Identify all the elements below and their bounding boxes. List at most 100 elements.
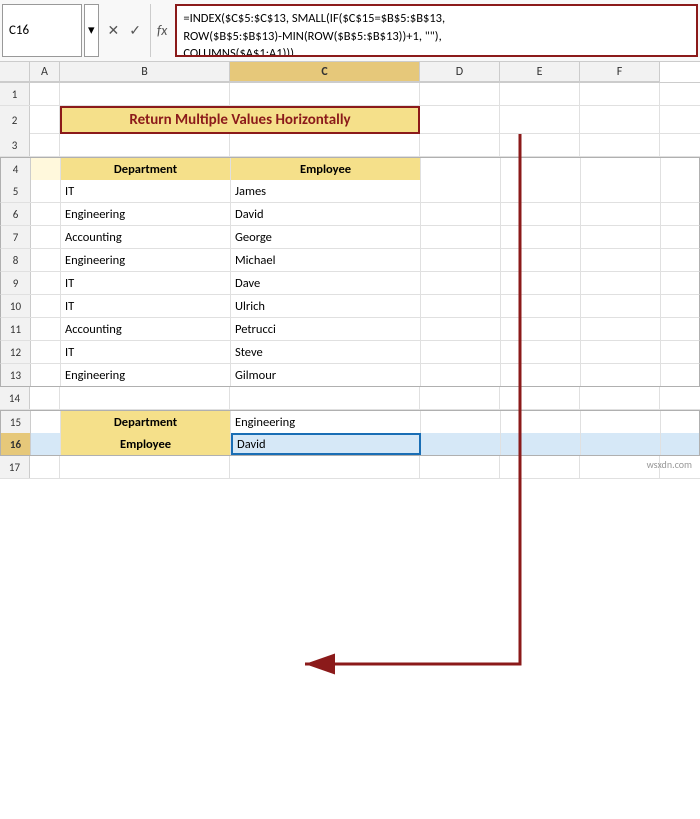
cell-d3[interactable] [420,134,500,156]
cell-f8[interactable] [581,249,661,271]
cell-e2[interactable] [500,106,580,134]
cell-e11[interactable] [501,318,581,340]
cell-b12[interactable]: IT [61,341,231,363]
cell-a2[interactable] [30,106,60,134]
cell-c13[interactable]: Gilmour [231,364,421,386]
cell-f13[interactable] [581,364,661,386]
cell-f12[interactable] [581,341,661,363]
cell-a14[interactable] [30,387,60,409]
cell-ref-dropdown-btn[interactable]: ▾ [84,4,99,57]
cell-e7[interactable] [501,226,581,248]
cell-a15[interactable] [31,411,61,433]
cell-f15[interactable] [581,411,661,433]
cell-a12[interactable] [31,341,61,363]
cell-f3[interactable] [580,134,660,156]
cell-e3[interactable] [500,134,580,156]
cell-e13[interactable] [501,364,581,386]
cell-c15-dept-value[interactable]: Engineering [231,411,421,433]
cell-e17[interactable] [500,456,580,478]
cell-c12[interactable]: Steve [231,341,421,363]
col-header-b[interactable]: B [60,62,230,82]
cell-a3[interactable] [30,134,60,156]
cell-c16-selected[interactable]: David [231,433,421,455]
cell-c7[interactable]: George [231,226,421,248]
col-header-e[interactable]: E [500,62,580,82]
cell-b3[interactable] [60,134,230,156]
cell-c6[interactable]: David [231,203,421,225]
cell-d15[interactable] [421,411,501,433]
cell-d4[interactable] [421,158,501,180]
cell-e15[interactable] [501,411,581,433]
cell-b14[interactable] [60,387,230,409]
cell-d7[interactable] [421,226,501,248]
cell-f9[interactable] [581,272,661,294]
cell-f1[interactable] [580,83,660,105]
cell-a11[interactable] [31,318,61,340]
cell-e16[interactable] [501,433,581,455]
col-header-a[interactable]: A [30,62,60,82]
cell-a16[interactable] [31,433,61,455]
cell-b6[interactable]: Engineering [61,203,231,225]
cell-b13[interactable]: Engineering [61,364,231,386]
cell-e9[interactable] [501,272,581,294]
cell-e12[interactable] [501,341,581,363]
col-header-f[interactable]: F [580,62,660,82]
cell-d5[interactable] [421,180,501,202]
cell-a5[interactable] [31,180,61,202]
cell-a8[interactable] [31,249,61,271]
cell-b15-dept-label[interactable]: Department [61,411,231,433]
cell-c4-emp-header[interactable]: Employee [231,158,421,180]
cell-d9[interactable] [421,272,501,294]
cell-d14[interactable] [420,387,500,409]
cell-b2-title[interactable]: Return Multiple Values Horizontally [60,106,420,134]
cell-a4[interactable] [31,158,61,180]
cell-d10[interactable] [421,295,501,317]
cell-c1[interactable] [230,83,420,105]
cell-e10[interactable] [501,295,581,317]
cell-b10[interactable]: IT [61,295,231,317]
cell-a10[interactable] [31,295,61,317]
cell-f6[interactable] [581,203,661,225]
cell-c10[interactable]: Ulrich [231,295,421,317]
cell-e5[interactable] [501,180,581,202]
cell-f4[interactable] [581,158,661,180]
cell-ref-box[interactable]: C16 [2,4,82,57]
cell-f5[interactable] [581,180,661,202]
cell-b17[interactable] [60,456,230,478]
cell-a17[interactable] [30,456,60,478]
col-header-c[interactable]: C [230,62,420,82]
cell-b5[interactable]: IT [61,180,231,202]
cell-b16-emp-label[interactable]: Employee [61,433,231,455]
cell-a13[interactable] [31,364,61,386]
cell-f11[interactable] [581,318,661,340]
cell-d1[interactable] [420,83,500,105]
cell-a7[interactable] [31,226,61,248]
cell-f14[interactable] [580,387,660,409]
cell-c5[interactable]: James [231,180,421,202]
cell-e1[interactable] [500,83,580,105]
cell-d8[interactable] [421,249,501,271]
cell-e8[interactable] [501,249,581,271]
cell-b8[interactable]: Engineering [61,249,231,271]
cell-f10[interactable] [581,295,661,317]
cell-b9[interactable]: IT [61,272,231,294]
cell-a9[interactable] [31,272,61,294]
cell-b7[interactable]: Accounting [61,226,231,248]
cell-c17[interactable] [230,456,420,478]
cell-d11[interactable] [421,318,501,340]
confirm-icon[interactable]: ✓ [126,20,144,41]
cell-f16[interactable] [581,433,661,455]
cell-d13[interactable] [421,364,501,386]
cell-d17[interactable] [420,456,500,478]
cell-b11[interactable]: Accounting [61,318,231,340]
cell-f2[interactable] [580,106,660,134]
cell-c14[interactable] [230,387,420,409]
cell-e6[interactable] [501,203,581,225]
cell-d16[interactable] [421,433,501,455]
cell-c9[interactable]: Dave [231,272,421,294]
cancel-icon[interactable]: ✕ [105,20,123,41]
cell-a6[interactable] [31,203,61,225]
cell-c11[interactable]: Petrucci [231,318,421,340]
cell-c3[interactable] [230,134,420,156]
cell-e14[interactable] [500,387,580,409]
